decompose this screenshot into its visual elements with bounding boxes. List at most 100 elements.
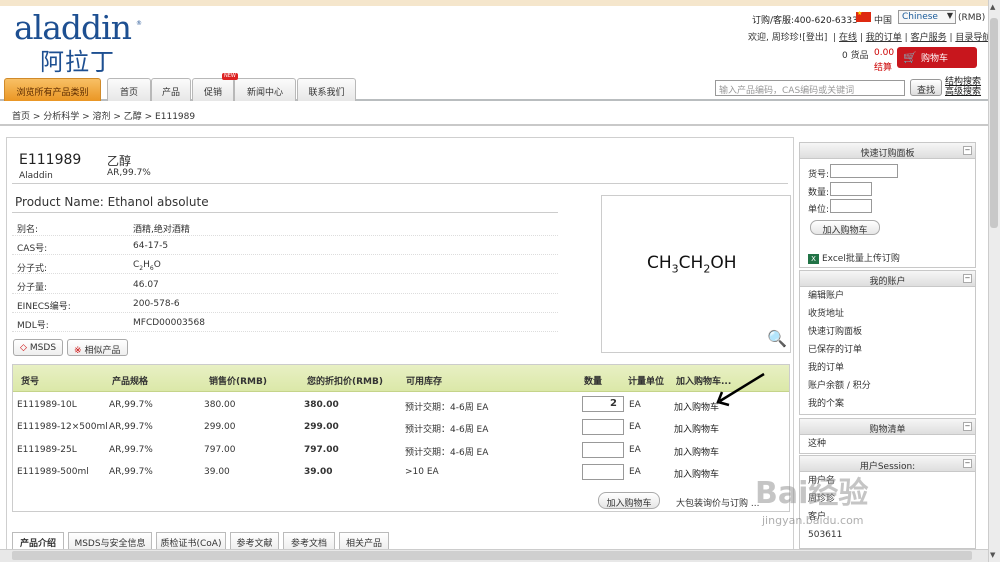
logo-chinese: 阿拉丁 xyxy=(40,48,115,76)
aladdin-logo[interactable]: aladdin 阿拉丁 ® xyxy=(14,8,144,76)
row1-discount: 380.00 xyxy=(304,400,339,410)
attr-value-cas: 64-17-5 xyxy=(133,241,169,251)
cart-button[interactable]: 🛒 购物车 xyxy=(897,47,977,68)
shopping-list-item[interactable]: 这种 xyxy=(800,435,975,453)
tab-products[interactable]: 产品 xyxy=(151,78,191,101)
row2-spec: AR,99.7% xyxy=(109,422,153,432)
collapse-icon[interactable]: − xyxy=(963,459,972,468)
top-strip xyxy=(0,0,988,6)
advanced-search-link[interactable]: 高级搜索 xyxy=(945,87,981,97)
country-label: 中国 xyxy=(874,16,893,26)
account-item-cases[interactable]: 我的个案 xyxy=(800,395,975,413)
row4-add-to-cart-link[interactable]: 加入购物车 xyxy=(674,467,719,480)
breadcrumb[interactable]: 首页 > 分析科学 > 溶剂 > 乙醇 > E111989 xyxy=(12,109,195,122)
shopping-list-title: 购物清单 − xyxy=(800,419,975,435)
product-chinese-name: 乙醇 xyxy=(107,154,132,168)
account-item-balance[interactable]: 账户余额 / 积分 xyxy=(800,377,975,395)
formula-sub-2: 2 xyxy=(139,264,144,272)
divider xyxy=(12,235,558,236)
qo-qty-input[interactable] xyxy=(830,182,872,196)
row4-qty-input[interactable] xyxy=(582,464,624,480)
row1-qty-input[interactable]: 2 xyxy=(582,396,624,412)
session-customer-id: 503611 xyxy=(808,530,843,540)
qo-unit-input[interactable] xyxy=(830,199,872,213)
my-orders-link[interactable]: 我的订单 xyxy=(866,33,902,43)
detail-tabs: 产品介绍 MSDS与安全信息 质检证书(CoA) 参考文献 参考文档 相关产品 xyxy=(12,532,790,551)
language-select[interactable]: Chinese ▼ xyxy=(898,10,956,24)
arrow-shaft xyxy=(719,372,765,403)
tab-home[interactable]: 首页 xyxy=(107,78,151,101)
account-item-my-orders[interactable]: 我的订单 xyxy=(800,359,975,377)
row3-qty-input[interactable] xyxy=(582,442,624,458)
collapse-icon[interactable]: − xyxy=(963,146,972,155)
scroll-down-icon[interactable]: ▼ xyxy=(990,551,995,559)
row2-qty-input[interactable] xyxy=(582,419,624,435)
add-to-cart-button[interactable]: 加入购物车 xyxy=(598,492,660,509)
catalog-nav-link[interactable]: 目录导航 xyxy=(955,33,991,43)
attr-label-einecs: EINECS编号: xyxy=(17,302,71,312)
formula-sub-6: 6 xyxy=(149,264,154,272)
quick-order-panel: 快速订购面板 − 货号: 数量: 单位: 加入购物车 X Excel批量上传订购 xyxy=(799,142,976,268)
tab-references[interactable]: 参考文献 xyxy=(230,532,279,550)
logout-link[interactable]: [登出] xyxy=(802,33,827,43)
quick-order-title: 快速订购面板 − xyxy=(800,143,975,159)
search-input[interactable]: 输入产品编码，CAS编码或关键词 xyxy=(715,80,905,96)
collapse-icon[interactable]: − xyxy=(963,422,972,431)
excel-upload-label: Excel批量上传订购 xyxy=(822,254,900,264)
tab-documents[interactable]: 参考文档 xyxy=(283,532,335,550)
account-item-address[interactable]: 收货地址 xyxy=(800,305,975,323)
greeting: 欢迎, 周珍珍! xyxy=(748,33,803,43)
qo-code-label: 货号: xyxy=(808,170,830,180)
row3-stock: 预计交期：4-6周 EA xyxy=(405,448,489,458)
annotation-arrow-icon xyxy=(716,372,765,407)
row3-add-to-cart-link[interactable]: 加入购物车 xyxy=(674,445,719,458)
search-button[interactable]: 查找 xyxy=(910,79,942,96)
msds-button[interactable]: ◇ MSDS xyxy=(13,339,64,356)
checkout-link[interactable]: 结算 xyxy=(874,60,892,73)
logo-trademark: ® xyxy=(136,20,142,27)
qo-add-to-cart-button[interactable]: 加入购物车 xyxy=(810,220,880,236)
vertical-scroll-thumb[interactable] xyxy=(990,18,998,228)
excel-upload-link[interactable]: X Excel批量上传订购 xyxy=(808,251,900,264)
cart-count: 0 货品 xyxy=(842,51,869,61)
row3-discount: 797.00 xyxy=(304,445,339,455)
tab-contact[interactable]: 联系我们 xyxy=(297,78,356,101)
divider xyxy=(12,293,558,294)
product-brand: Aladdin xyxy=(19,171,53,181)
collapse-icon[interactable]: − xyxy=(963,274,972,283)
account-item-saved-orders[interactable]: 已保存的订单 xyxy=(800,341,975,359)
account-item-edit[interactable]: 编辑账户 xyxy=(800,287,975,305)
qo-code-input[interactable] xyxy=(830,164,898,178)
horizontal-scroll-thumb[interactable] xyxy=(12,551,972,560)
quick-order-title-text: 快速订购面板 xyxy=(860,149,915,159)
structure-image[interactable]: CH3CH2OH 🔍 xyxy=(601,195,791,353)
tab-promotions[interactable]: 促销 xyxy=(192,78,234,101)
tab-related-products[interactable]: 相关产品 xyxy=(339,532,389,550)
row3-spec: AR,99.7% xyxy=(109,445,153,455)
product-name: Product Name: Ethanol absolute xyxy=(15,195,209,209)
row4-price: 39.00 xyxy=(204,467,230,477)
account-item-quick-order[interactable]: 快速订购面板 xyxy=(800,323,975,341)
scroll-up-icon[interactable]: ▲ xyxy=(990,3,995,11)
advanced-search-links: 结构搜索 高级搜索 xyxy=(945,77,981,97)
tab-news[interactable]: 新闻中心 xyxy=(234,78,296,101)
product-sku: E111989 xyxy=(19,152,82,168)
col-header-unit: 计量单位 xyxy=(628,377,665,387)
tab-browse-categories[interactable]: 浏览所有产品类别 xyxy=(4,78,101,101)
customer-service-link[interactable]: 客户服务 xyxy=(911,33,947,43)
tab-msds-safety[interactable]: MSDS与安全信息 xyxy=(68,532,152,550)
chevron-down-icon: ▼ xyxy=(946,11,953,20)
diamond-icon: ◇ xyxy=(20,343,27,353)
tab-coa[interactable]: 质检证书(CoA) xyxy=(156,532,226,550)
attr-label-mw: 分子量: xyxy=(17,283,48,293)
online-link[interactable]: 在线 xyxy=(839,33,857,43)
hotline: 订购/客服:400-620-6333 xyxy=(752,16,858,26)
bulk-inquiry-link[interactable]: 大包装询价与订购 ... xyxy=(676,496,759,509)
qo-unit-label: 单位: xyxy=(808,205,830,215)
structure-search-link[interactable]: 结构搜索 xyxy=(945,77,981,87)
related-products-button[interactable]: ※ 相似产品 xyxy=(67,339,128,356)
row4-stock: >10 EA xyxy=(405,467,439,477)
row4-code: E111989-500ml xyxy=(17,467,89,477)
row2-add-to-cart-link[interactable]: 加入购物车 xyxy=(674,422,719,435)
zoom-icon[interactable]: 🔍 xyxy=(767,329,787,348)
